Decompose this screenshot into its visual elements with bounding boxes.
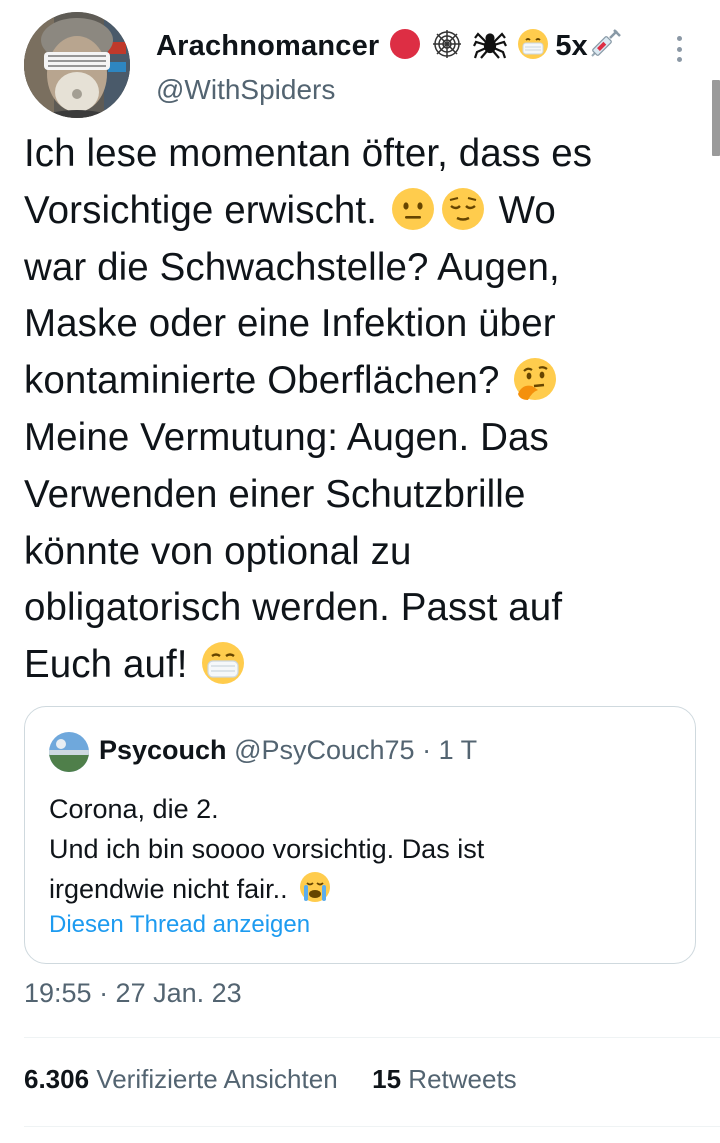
tweet-line: obligatorisch werden. Passt auf bbox=[24, 586, 563, 630]
quoted-line: Corona, die 2. bbox=[49, 794, 219, 824]
mask-face-icon bbox=[200, 640, 246, 686]
tweet-line: kontaminierte Oberflächen? bbox=[24, 353, 696, 410]
tweet-line: war die Schwachstelle? Augen, bbox=[24, 245, 560, 289]
quoted-author-name[interactable]: Psycouch bbox=[99, 735, 227, 765]
quoted-line: irgendwie nicht fair.. bbox=[49, 869, 669, 909]
tweet-line: Meine Vermutung: Augen. Das bbox=[24, 415, 549, 459]
tweet-text: Ich lese momentan öfter, dass es Vorsich… bbox=[24, 126, 696, 694]
tweet-line: Ich lese momentan öfter, dass es bbox=[24, 132, 593, 175]
spider-web-icon bbox=[431, 28, 463, 65]
quoted-tweet-card[interactable]: Psycouch @PsyCouch75 · 1 T Corona, die 2… bbox=[24, 706, 696, 964]
quoted-author-avatar[interactable] bbox=[49, 732, 89, 772]
tweet-line: könnte von optional zu bbox=[24, 529, 412, 573]
divider bbox=[24, 1126, 720, 1127]
quoted-tweet-header: Psycouch @PsyCouch75 · 1 T bbox=[99, 735, 477, 766]
mask-face-icon bbox=[517, 28, 549, 65]
quoted-tweet-time[interactable]: 1 T bbox=[439, 735, 478, 765]
author-avatar[interactable] bbox=[24, 12, 130, 118]
retweets-label[interactable]: Retweets bbox=[408, 1064, 516, 1094]
tweet-line: Vorsichtige erwischt. Wo bbox=[24, 183, 696, 240]
tweet-line: Maske oder eine Infektion über bbox=[24, 302, 556, 346]
syringe-icon bbox=[588, 28, 622, 65]
tweet-stats: 6.306 Verifizierte Ansichten 15 Retweets bbox=[24, 1064, 517, 1095]
red-circle-icon bbox=[389, 28, 421, 65]
tweet-timestamp[interactable]: 19:55 · 27 Jan. 23 bbox=[24, 978, 242, 1009]
author-name-row[interactable]: Arachnomancer 5x bbox=[156, 28, 622, 64]
more-options-icon[interactable] bbox=[664, 32, 694, 66]
tweet-header: Arachnomancer 5x @WithSpiders bbox=[24, 12, 694, 122]
spider-icon bbox=[473, 28, 508, 65]
views-label[interactable]: Verifizierte Ansichten bbox=[96, 1064, 337, 1094]
scrollbar-thumb[interactable] bbox=[712, 80, 720, 156]
neutral-face-icon bbox=[390, 186, 436, 232]
divider bbox=[24, 1037, 720, 1038]
tweet-line: Verwenden einer Schutzbrille bbox=[24, 472, 526, 516]
author-handle[interactable]: @WithSpiders bbox=[156, 74, 335, 106]
tweet-line: Euch auf! bbox=[24, 637, 696, 694]
retweets-count[interactable]: 15 bbox=[372, 1064, 401, 1094]
quoted-author-handle[interactable]: @PsyCouch75 bbox=[234, 735, 415, 765]
views-count: 6.306 bbox=[24, 1064, 90, 1094]
show-thread-link[interactable]: Diesen Thread anzeigen bbox=[49, 911, 310, 939]
crying-face-icon bbox=[299, 871, 331, 903]
quoted-tweet-text: Corona, die 2. Und ich bin soooo vorsich… bbox=[49, 789, 669, 909]
thinking-face-icon bbox=[512, 356, 558, 402]
author-name-suffix: 5x bbox=[555, 29, 588, 62]
separator: · bbox=[414, 735, 439, 765]
author-display-name[interactable]: Arachnomancer bbox=[156, 30, 379, 63]
relieved-face-icon bbox=[440, 186, 486, 232]
quoted-line: Und ich bin soooo vorsichtig. Das ist bbox=[49, 834, 485, 864]
